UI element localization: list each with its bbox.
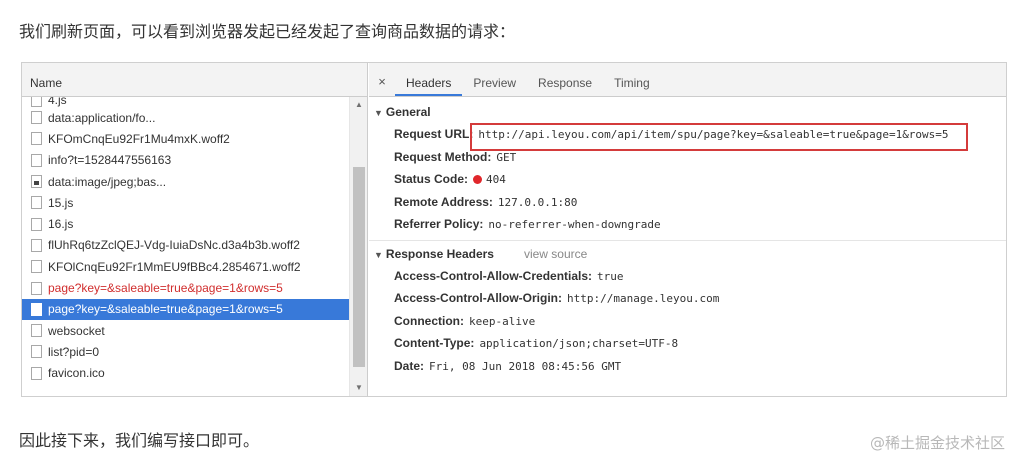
intro-text: 我们刷新页面，可以看到浏览器发起已经发起了查询商品数据的请求： — [19, 22, 516, 41]
request-name: 15.js — [48, 195, 74, 210]
file-icon — [31, 111, 42, 125]
remote-address-key: Remote Address: — [394, 194, 493, 209]
status-error-dot-icon — [473, 175, 483, 184]
response-header-key: Date: — [394, 358, 425, 373]
file-icon — [31, 366, 42, 380]
file-icon — [31, 281, 42, 295]
request-list-item[interactable]: favicon.ico — [22, 363, 349, 384]
detail-tabbar: × Headers Preview Response Timing — [369, 63, 1006, 97]
response-header-key: Content-Type: — [394, 336, 475, 350]
request-list-item[interactable]: info?t=1528447556163 — [22, 150, 349, 171]
file-icon — [31, 260, 42, 274]
response-header-value: true — [597, 269, 624, 283]
response-header-row: Access-Control-Allow-Origin: http://manag… — [369, 287, 1006, 310]
watermark: @稀土掘金技术社区 — [869, 434, 1005, 452]
tab-headers[interactable]: Headers — [395, 63, 463, 96]
remote-address-value: 127.0.0.1:80 — [497, 195, 578, 209]
request-list-item[interactable]: 4.js — [22, 97, 349, 107]
request-method-value: GET — [496, 150, 517, 164]
request-name: KFOmCnqEu92Fr1Mu4mxK.woff2 — [48, 131, 230, 146]
response-header-row: Content-Type: application/json;charset=UT… — [369, 332, 1006, 355]
file-icon — [31, 238, 42, 252]
response-header-value: application/json;charset=UTF-8 — [479, 337, 679, 350]
response-headers-section-toggle[interactable]: ▼ Response Headers view source — [369, 243, 1006, 265]
close-icon[interactable]: × — [369, 63, 395, 96]
expand-triangle-icon: ▼ — [374, 249, 383, 260]
request-name: 4.js — [48, 97, 67, 107]
request-url-highlight-box — [470, 123, 968, 151]
request-url-key: Request URL: — [394, 127, 474, 141]
request-list-item[interactable]: KFOmCnqEu92Fr1Mu4mxK.woff2 — [22, 128, 349, 149]
request-list-item[interactable]: 16.js — [22, 213, 349, 234]
file-icon — [31, 324, 42, 338]
request-list-item[interactable]: flUhRq6tzZclQEJ-Vdg-IuiaDsNc.d3a4b3b.wof… — [22, 235, 349, 256]
request-name: flUhRq6tzZclQEJ-Vdg-IuiaDsNc.d3a4b3b.wof… — [48, 238, 300, 253]
request-list-item[interactable]: list?pid=0 — [22, 341, 349, 362]
response-header-key: Access-Control-Allow-Origin: — [394, 291, 563, 305]
request-list: 4.js data:application/fo... KFOmCnqEu92Fr1… — [22, 97, 349, 396]
response-headers-title: Response Headers — [385, 246, 494, 261]
request-name: data:application/fo... — [48, 110, 156, 125]
request-name: list?pid=0 — [48, 344, 100, 359]
response-header-value: http://manage.leyou.com — [567, 292, 720, 305]
request-list-item[interactable]: data:application/fo... — [22, 107, 349, 128]
file-icon — [31, 217, 42, 231]
file-icon — [31, 345, 42, 359]
tab-preview[interactable]: Preview — [462, 63, 527, 96]
name-column-header[interactable]: Name — [22, 63, 367, 97]
request-list-item[interactable]: websocket — [22, 320, 349, 341]
request-list-item[interactable]: KFOlCnqEu92Fr1MmEU9fBBc4.2854671.woff2 — [22, 256, 349, 277]
request-name: page?key=&saleable=true&page=1&rows=5 — [48, 281, 283, 296]
request-list-pane: Name 4.js data:application/fo... KFOmCnqEu… — [22, 63, 368, 396]
request-list-scrollbar[interactable]: ▲ ▼ — [349, 97, 367, 396]
status-code-key: Status Code: — [394, 172, 469, 186]
devtools-network-panel: Name 4.js data:application/fo... KFOmCnqEu… — [21, 62, 1007, 397]
request-name: KFOlCnqEu92Fr1MmEU9fBBc4.2854671.woff2 — [48, 259, 301, 274]
response-header-row: Access-Control-Allow-Credentials: true — [369, 265, 1006, 288]
tab-response[interactable]: Response — [527, 63, 603, 96]
request-list-item[interactable]: page?key=&saleable=true&page=1&rows=5 — [22, 277, 349, 298]
request-list-item[interactable]: data:image/jpeg;bas... — [22, 171, 349, 192]
request-method-key: Request Method: — [394, 149, 492, 164]
outro-text: 因此接下来，我们编写接口即可。 — [19, 431, 260, 450]
referrer-policy-row: Referrer Policy: no-referrer-when-downgra… — [369, 213, 1006, 236]
headers-sections: ▼ General Request URL: http://api.leyou.co… — [369, 97, 1006, 396]
request-name: info?t=1528447556163 — [48, 153, 172, 168]
view-source-link[interactable]: view source — [524, 247, 587, 261]
remote-address-row: Remote Address: 127.0.0.1:80 — [369, 191, 1006, 214]
image-file-icon — [31, 175, 42, 189]
response-header-value: keep-alive — [469, 314, 536, 328]
tab-timing[interactable]: Timing — [603, 63, 661, 96]
request-list-item[interactable]: page?key=&saleable=true&page=1&rows=5 — [22, 298, 349, 320]
request-name: 16.js — [48, 217, 74, 232]
scroll-down-icon[interactable]: ▼ — [350, 380, 368, 396]
response-header-key: Connection: — [394, 313, 464, 328]
request-name: websocket — [48, 323, 105, 338]
request-list-item[interactable]: 15.js — [22, 192, 349, 213]
scroll-up-icon[interactable]: ▲ — [350, 97, 368, 113]
general-title: General — [385, 105, 431, 119]
file-icon — [31, 132, 42, 146]
referrer-policy-value: no-referrer-when-downgrade — [488, 218, 661, 231]
response-header-row: Connection: keep-alive — [369, 310, 1006, 333]
section-divider — [369, 239, 1006, 241]
response-header-row: Date: Fri, 08 Jun 2018 08:45:56 GMT — [369, 355, 1006, 378]
request-detail-pane: × Headers Preview Response Timing ▼ Gener… — [369, 63, 1006, 396]
file-icon — [31, 196, 42, 210]
file-icon — [31, 153, 42, 167]
scrollbar-thumb[interactable] — [353, 167, 365, 367]
response-header-value: Fri, 08 Jun 2018 08:45:56 GMT — [429, 359, 622, 373]
file-icon — [31, 302, 42, 316]
request-name: favicon.ico — [48, 366, 105, 381]
general-section-toggle[interactable]: ▼ General — [369, 101, 1006, 123]
status-code-row: Status Code: 404 — [369, 168, 1006, 191]
request-name: data:image/jpeg;bas... — [48, 174, 167, 189]
status-code-value: 404 — [486, 173, 506, 186]
response-header-key: Access-Control-Allow-Credentials: — [394, 268, 593, 283]
file-icon — [31, 97, 42, 107]
referrer-policy-key: Referrer Policy: — [394, 217, 484, 231]
expand-triangle-icon: ▼ — [374, 108, 383, 118]
request-name: page?key=&saleable=true&page=1&rows=5 — [48, 302, 283, 317]
